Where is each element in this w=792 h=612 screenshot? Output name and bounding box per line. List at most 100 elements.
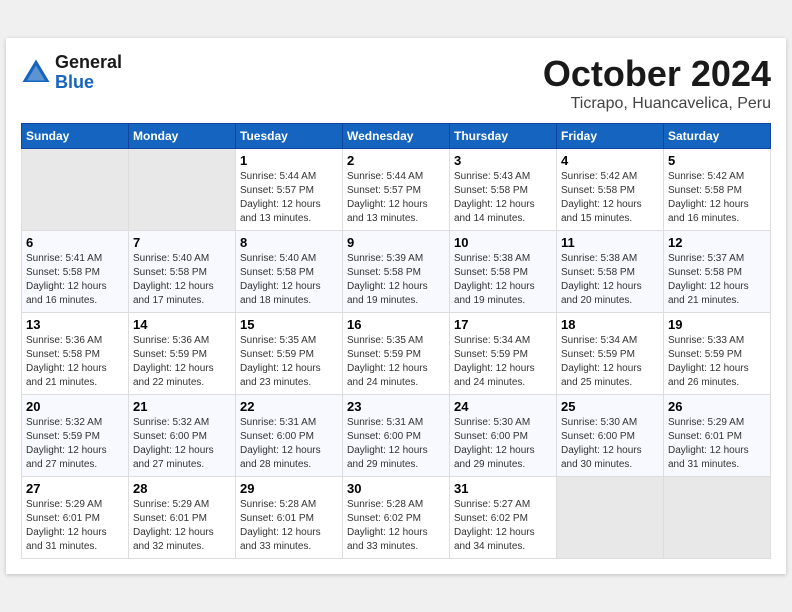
day-number: 17 [454,317,552,332]
header: General Blue October 2024 Ticrapo, Huanc… [21,53,771,113]
day-cell: 26 Sunrise: 5:29 AM Sunset: 6:01 PM Dayli… [664,395,771,477]
day-info: Sunrise: 5:29 AM Sunset: 6:01 PM Dayligh… [668,416,766,472]
day-cell [129,149,236,231]
day-cell: 20 Sunrise: 5:32 AM Sunset: 5:59 PM Dayli… [22,395,129,477]
day-info: Sunrise: 5:38 AM Sunset: 5:58 PM Dayligh… [561,252,659,308]
header-cell-friday: Friday [557,124,664,149]
day-cell: 21 Sunrise: 5:32 AM Sunset: 6:00 PM Dayli… [129,395,236,477]
day-info: Sunrise: 5:44 AM Sunset: 5:57 PM Dayligh… [240,170,338,226]
calendar-body: 1 Sunrise: 5:44 AM Sunset: 5:57 PM Daylig… [22,149,771,559]
day-number: 16 [347,317,445,332]
day-cell: 22 Sunrise: 5:31 AM Sunset: 6:00 PM Dayli… [236,395,343,477]
day-info: Sunrise: 5:32 AM Sunset: 6:00 PM Dayligh… [133,416,231,472]
logo-text: General Blue [55,53,122,93]
day-info: Sunrise: 5:38 AM Sunset: 5:58 PM Dayligh… [454,252,552,308]
day-cell: 29 Sunrise: 5:28 AM Sunset: 6:01 PM Dayli… [236,477,343,559]
header-cell-thursday: Thursday [450,124,557,149]
day-number: 19 [668,317,766,332]
day-cell: 3 Sunrise: 5:43 AM Sunset: 5:58 PM Daylig… [450,149,557,231]
day-info: Sunrise: 5:27 AM Sunset: 6:02 PM Dayligh… [454,498,552,554]
day-info: Sunrise: 5:28 AM Sunset: 6:01 PM Dayligh… [240,498,338,554]
day-info: Sunrise: 5:36 AM Sunset: 5:59 PM Dayligh… [133,334,231,390]
calendar-container: General Blue October 2024 Ticrapo, Huanc… [6,38,786,574]
week-row-4: 27 Sunrise: 5:29 AM Sunset: 6:01 PM Dayli… [22,477,771,559]
header-cell-wednesday: Wednesday [343,124,450,149]
day-cell: 8Sunrise: 5:40 AM Sunset: 5:58 PM Daylig… [236,231,343,313]
day-info: Sunrise: 5:35 AM Sunset: 5:59 PM Dayligh… [347,334,445,390]
day-number: 7 [133,235,231,250]
day-number: 30 [347,481,445,496]
day-info: Sunrise: 5:43 AM Sunset: 5:58 PM Dayligh… [454,170,552,226]
week-row-3: 20 Sunrise: 5:32 AM Sunset: 5:59 PM Dayli… [22,395,771,477]
day-cell: 25 Sunrise: 5:30 AM Sunset: 6:00 PM Dayli… [557,395,664,477]
day-number: 28 [133,481,231,496]
header-row: SundayMondayTuesdayWednesdayThursdayFrid… [22,124,771,149]
day-number: 3 [454,153,552,168]
day-info: Sunrise: 5:28 AM Sunset: 6:02 PM Dayligh… [347,498,445,554]
day-number: 13 [26,317,124,332]
day-info: Sunrise: 5:33 AM Sunset: 5:59 PM Dayligh… [668,334,766,390]
day-cell: 31 Sunrise: 5:27 AM Sunset: 6:02 PM Dayli… [450,477,557,559]
day-number: 29 [240,481,338,496]
day-cell: 10 Sunrise: 5:38 AM Sunset: 5:58 PM Dayli… [450,231,557,313]
day-cell: 5Sunrise: 5:42 AM Sunset: 5:58 PM Daylig… [664,149,771,231]
day-info: Sunrise: 5:40 AM Sunset: 5:58 PM Dayligh… [240,252,338,308]
day-cell: 6Sunrise: 5:41 AM Sunset: 5:58 PM Daylig… [22,231,129,313]
day-number: 25 [561,399,659,414]
header-cell-sunday: Sunday [22,124,129,149]
day-cell: 23Sunrise: 5:31 AM Sunset: 6:00 PM Dayli… [343,395,450,477]
day-number: 24 [454,399,552,414]
day-cell: 17 Sunrise: 5:34 AM Sunset: 5:59 PM Dayli… [450,313,557,395]
day-number: 31 [454,481,552,496]
day-cell: 12 Sunrise: 5:37 AM Sunset: 5:58 PM Dayli… [664,231,771,313]
day-number: 12 [668,235,766,250]
day-info: Sunrise: 5:29 AM Sunset: 6:01 PM Dayligh… [26,498,124,554]
day-info: Sunrise: 5:34 AM Sunset: 5:59 PM Dayligh… [454,334,552,390]
week-row-2: 13Sunrise: 5:36 AM Sunset: 5:58 PM Dayli… [22,313,771,395]
day-cell: 13Sunrise: 5:36 AM Sunset: 5:58 PM Dayli… [22,313,129,395]
header-cell-tuesday: Tuesday [236,124,343,149]
day-info: Sunrise: 5:41 AM Sunset: 5:58 PM Dayligh… [26,252,124,308]
day-number: 14 [133,317,231,332]
week-row-1: 6Sunrise: 5:41 AM Sunset: 5:58 PM Daylig… [22,231,771,313]
day-number: 2 [347,153,445,168]
day-number: 22 [240,399,338,414]
header-cell-monday: Monday [129,124,236,149]
day-info: Sunrise: 5:34 AM Sunset: 5:59 PM Dayligh… [561,334,659,390]
day-number: 4 [561,153,659,168]
day-info: Sunrise: 5:32 AM Sunset: 5:59 PM Dayligh… [26,416,124,472]
calendar-header: SundayMondayTuesdayWednesdayThursdayFrid… [22,124,771,149]
day-info: Sunrise: 5:30 AM Sunset: 6:00 PM Dayligh… [561,416,659,472]
day-number: 5 [668,153,766,168]
day-number: 26 [668,399,766,414]
day-number: 10 [454,235,552,250]
day-cell: 24Sunrise: 5:30 AM Sunset: 6:00 PM Dayli… [450,395,557,477]
day-number: 27 [26,481,124,496]
logo: General Blue [21,53,122,93]
day-number: 1 [240,153,338,168]
week-row-0: 1 Sunrise: 5:44 AM Sunset: 5:57 PM Daylig… [22,149,771,231]
day-cell: 4Sunrise: 5:42 AM Sunset: 5:58 PM Daylig… [557,149,664,231]
day-cell: 27 Sunrise: 5:29 AM Sunset: 6:01 PM Dayli… [22,477,129,559]
day-info: Sunrise: 5:31 AM Sunset: 6:00 PM Dayligh… [240,416,338,472]
day-info: Sunrise: 5:37 AM Sunset: 5:58 PM Dayligh… [668,252,766,308]
day-cell: 16 Sunrise: 5:35 AM Sunset: 5:59 PM Dayli… [343,313,450,395]
day-cell: 28 Sunrise: 5:29 AM Sunset: 6:01 PM Dayli… [129,477,236,559]
day-cell: 1 Sunrise: 5:44 AM Sunset: 5:57 PM Daylig… [236,149,343,231]
day-number: 11 [561,235,659,250]
logo-icon [21,58,51,88]
day-cell: 15Sunrise: 5:35 AM Sunset: 5:59 PM Dayli… [236,313,343,395]
day-info: Sunrise: 5:44 AM Sunset: 5:57 PM Dayligh… [347,170,445,226]
day-number: 9 [347,235,445,250]
day-cell [557,477,664,559]
day-number: 21 [133,399,231,414]
header-cell-saturday: Saturday [664,124,771,149]
day-cell: 30 Sunrise: 5:28 AM Sunset: 6:02 PM Dayli… [343,477,450,559]
day-number: 20 [26,399,124,414]
day-cell: 14 Sunrise: 5:36 AM Sunset: 5:59 PM Dayli… [129,313,236,395]
day-info: Sunrise: 5:29 AM Sunset: 6:01 PM Dayligh… [133,498,231,554]
day-info: Sunrise: 5:40 AM Sunset: 5:58 PM Dayligh… [133,252,231,308]
day-cell [22,149,129,231]
logo-blue: Blue [55,73,122,93]
day-number: 18 [561,317,659,332]
